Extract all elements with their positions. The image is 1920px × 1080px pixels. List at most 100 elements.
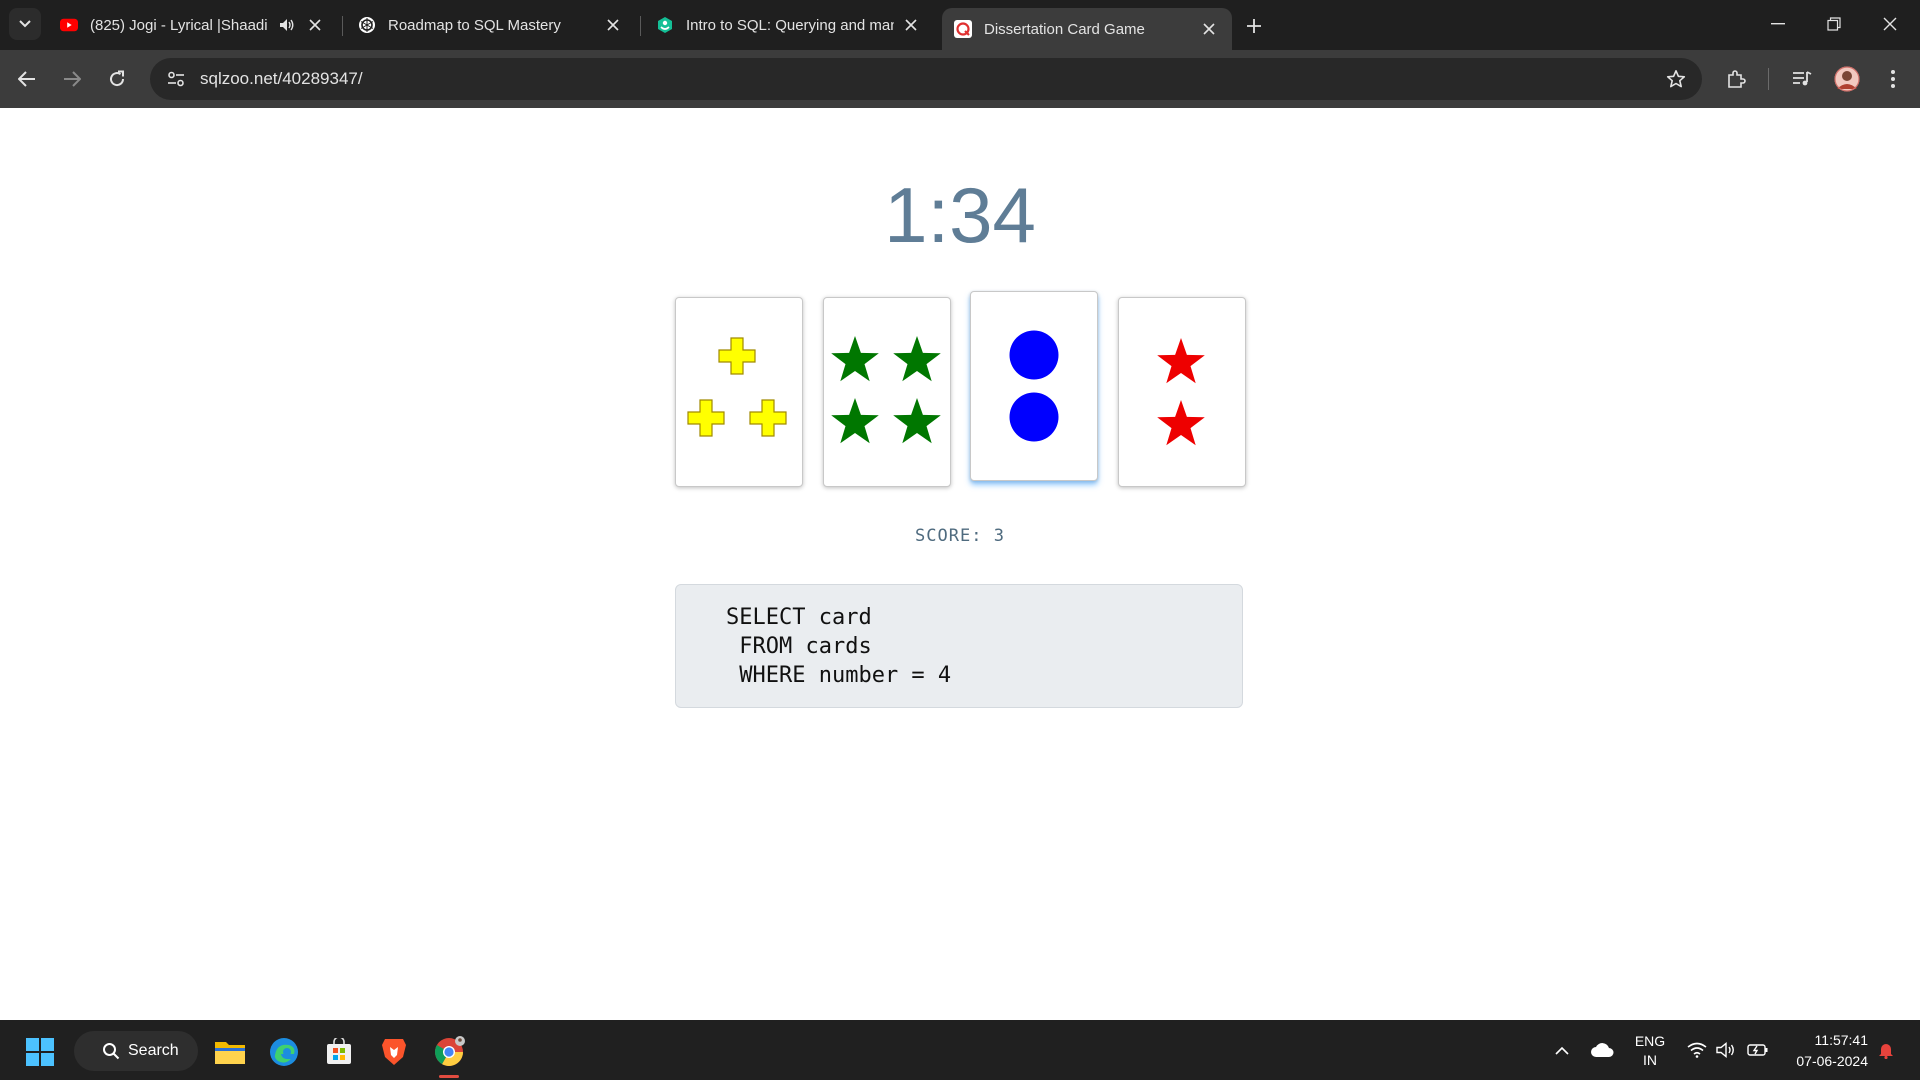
chevron-up-icon (1555, 1046, 1569, 1055)
star-shapes-icon (831, 336, 941, 444)
close-tab-icon[interactable] (602, 14, 624, 36)
battery-status[interactable] (1744, 1020, 1772, 1080)
browser-toolbar: sqlzoo.net/40289347/ (0, 50, 1920, 108)
volume-status[interactable] (1713, 1020, 1739, 1080)
new-tab-button[interactable] (1240, 12, 1268, 40)
card-yellow-crosses[interactable] (675, 297, 803, 487)
avatar-icon (1834, 66, 1860, 92)
cross-shapes-icon (687, 337, 787, 437)
toolbar-divider (1768, 68, 1769, 90)
edge-button[interactable] (262, 1030, 306, 1074)
countdown-timer: 1:34 (884, 171, 1036, 259)
volume-icon (1716, 1042, 1734, 1058)
tab-intro-sql[interactable]: Intro to SQL: Querying and managing data (644, 8, 934, 42)
bookmark-star-icon[interactable] (1664, 67, 1688, 91)
onedrive-button[interactable] (1584, 1020, 1620, 1080)
close-tab-icon[interactable] (1198, 18, 1220, 40)
clock-date: 07-06-2024 (1796, 1053, 1868, 1069)
arrow-left-icon (18, 71, 35, 87)
close-window-button[interactable] (1862, 0, 1918, 48)
tab-youtube[interactable]: (825) Jogi - Lyrical |Shaadi Me Zaroor A… (48, 8, 338, 42)
media-queue-icon (1793, 71, 1812, 86)
tab-roadmap[interactable]: Roadmap to SQL Mastery (346, 8, 636, 42)
close-tab-icon[interactable] (900, 14, 922, 36)
url-text[interactable]: sqlzoo.net/40289347/ (200, 69, 363, 89)
system-clock[interactable]: 11:57:41 07-06-2024 (1796, 1030, 1868, 1072)
tab-title: Roadmap to SQL Mastery (388, 16, 561, 34)
show-hidden-icons-button[interactable] (1548, 1020, 1576, 1080)
score-display: SCORE: 3 (915, 526, 1005, 546)
tab-title: Intro to SQL: Querying and managing data (686, 16, 894, 34)
profile-avatar[interactable] (1831, 63, 1863, 95)
arrow-right-icon (64, 71, 81, 87)
wifi-icon (1687, 1042, 1707, 1058)
address-bar[interactable]: sqlzoo.net/40289347/ (150, 58, 1702, 100)
chatgpt-icon (358, 16, 376, 34)
language-code: ENG (1634, 1033, 1666, 1049)
query-line: FROM cards (726, 634, 872, 659)
start-button[interactable] (18, 1030, 62, 1074)
restore-button[interactable] (1806, 0, 1862, 48)
sql-query-box: SELECT card FROM cards WHERE number = 4 (675, 584, 1243, 708)
restore-icon (1827, 17, 1841, 31)
chrome-icon (435, 1036, 465, 1066)
close-icon (1883, 17, 1897, 31)
notifications-button[interactable] (1872, 1020, 1900, 1080)
card-green-stars[interactable] (823, 297, 951, 487)
store-icon (327, 1038, 351, 1064)
reload-icon (110, 70, 125, 87)
forward-button[interactable] (56, 63, 88, 95)
active-app-indicator (439, 1075, 459, 1078)
tab-strip: (825) Jogi - Lyrical |Shaadi Me Zaroor A… (0, 0, 1920, 50)
close-tab-icon[interactable] (304, 14, 326, 36)
windows-logo-icon (26, 1038, 54, 1066)
clock-time: 11:57:41 (1814, 1032, 1868, 1048)
search-label: Search (128, 1042, 179, 1059)
cloud-icon (1591, 1043, 1614, 1057)
youtube-icon (60, 16, 78, 34)
card-red-stars[interactable] (1118, 297, 1246, 487)
chevron-down-icon (19, 20, 31, 28)
tab-separator (342, 16, 343, 36)
khan-academy-icon (656, 16, 674, 34)
media-controls-button[interactable] (1786, 63, 1818, 95)
speaker-icon[interactable] (276, 14, 298, 36)
game-page: 1:34 SCORE: 3 SELECT card FROM cards WHE… (0, 108, 1920, 1020)
taskbar-search[interactable]: Search (74, 1031, 198, 1071)
minimize-icon (1771, 23, 1785, 25)
microsoft-store-button[interactable] (317, 1030, 361, 1074)
back-button[interactable] (11, 63, 43, 95)
query-line: SELECT card (726, 605, 872, 630)
tab-search-button[interactable] (9, 8, 41, 40)
extensions-button[interactable] (1720, 63, 1752, 95)
file-explorer-button[interactable] (208, 1030, 252, 1074)
tab-dissertation-card-game[interactable]: Dissertation Card Game (942, 8, 1232, 50)
battery-charging-icon (1747, 1044, 1768, 1056)
folder-icon (215, 1042, 245, 1064)
puzzle-icon (1728, 70, 1746, 88)
bell-icon (1879, 1044, 1893, 1059)
chrome-menu-button[interactable] (1877, 63, 1909, 95)
minimize-button[interactable] (1750, 0, 1806, 48)
site-info-icon[interactable] (162, 65, 190, 93)
red-star-shapes-icon (1157, 338, 1205, 446)
language-indicator[interactable]: ENG IN (1630, 1032, 1670, 1070)
chrome-button[interactable] (427, 1030, 471, 1074)
tab-title: Dissertation Card Game (984, 20, 1145, 38)
sqlzoo-icon (954, 20, 972, 38)
card-blue-circles[interactable] (970, 291, 1098, 481)
windows-taskbar: Search ENG IN 11:57:41 07-06-2024 (0, 1020, 1920, 1080)
brave-lion-icon (382, 1039, 406, 1065)
region-code: IN (1643, 1052, 1657, 1068)
search-icon (103, 1043, 120, 1060)
circle-shapes-icon (1009, 330, 1059, 442)
reload-button[interactable] (101, 63, 133, 95)
tab-separator (640, 16, 641, 36)
tab-title: (825) Jogi - Lyrical |Shaadi Me Zaroor A… (90, 16, 270, 34)
plus-icon (1247, 19, 1261, 33)
brave-button[interactable] (372, 1030, 416, 1074)
query-line: WHERE number = 4 (726, 663, 952, 688)
wifi-status[interactable] (1684, 1020, 1710, 1080)
more-vertical-icon (1891, 70, 1895, 88)
edge-icon (270, 1038, 298, 1066)
